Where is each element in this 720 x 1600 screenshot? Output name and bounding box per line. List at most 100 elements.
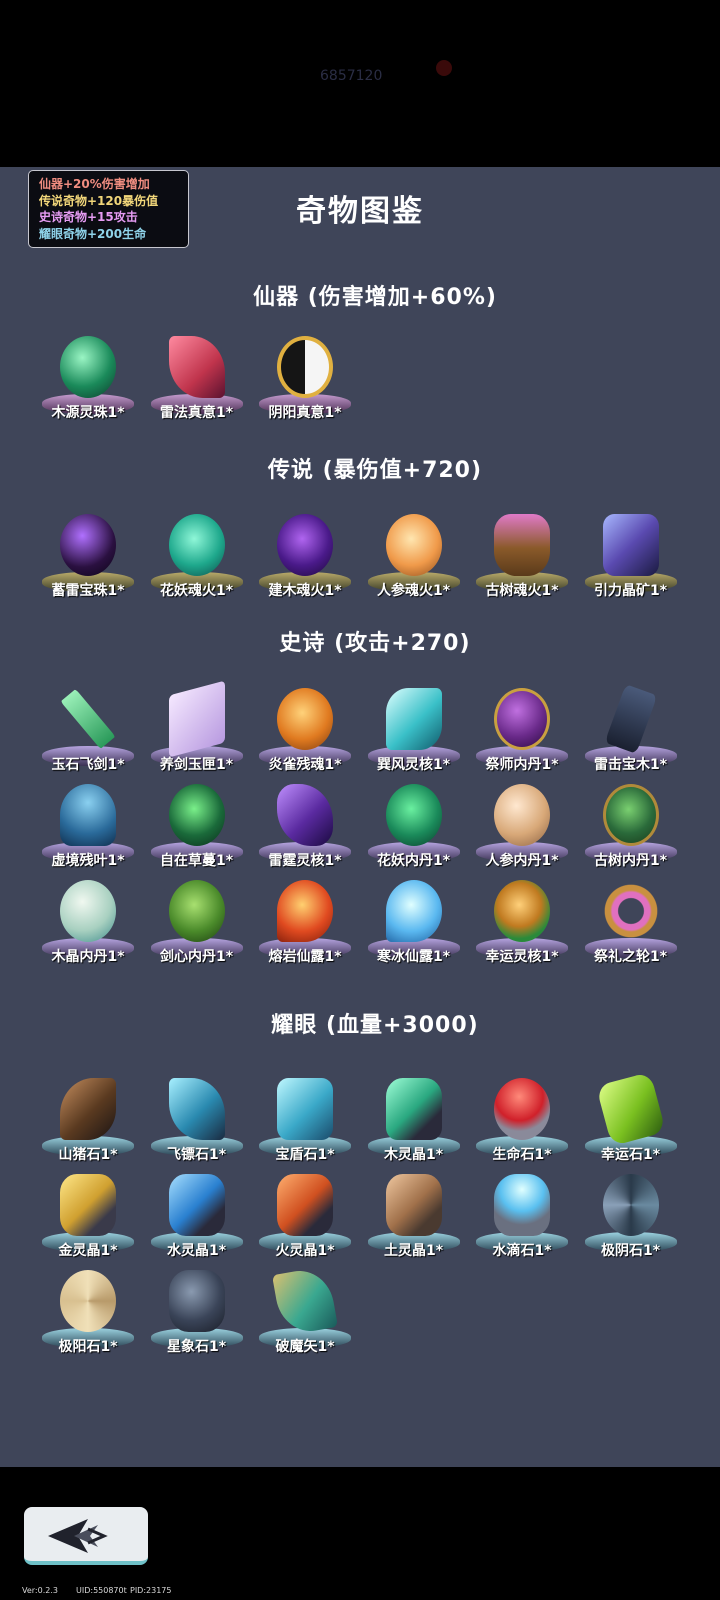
shield-stone-icon [277,1078,333,1140]
section-grid-dazzling: 山猪石1* 飞镖石1* 宝盾石1* 木灵晶1* 生命石1* 幸运石1* 金灵晶1… [38,1071,690,1360]
item-card[interactable]: 飞镖石1* [147,1072,256,1168]
item-card[interactable]: 木灵晶1* [364,1072,473,1168]
item-card[interactable]: 山猪石1* [38,1072,147,1168]
item-label: 建木魂火1* [268,583,342,599]
item-label: 养剑玉匣1* [159,757,234,773]
item-card[interactable]: 水灵晶1* [147,1168,256,1264]
item-label: 山猪石1* [58,1147,118,1163]
star-stone-icon [168,1270,225,1332]
item-card[interactable]: 宝盾石1* [255,1072,364,1168]
tree-core-icon [602,784,659,846]
item-card[interactable]: 自在草蔓1* [147,778,256,874]
item-card[interactable]: 雷击宝木1* [581,682,690,778]
item-card[interactable]: 木源灵珠1* [38,330,147,426]
item-label: 水灵晶1* [166,1243,227,1259]
section-title-immortal: 仙器 (伤害增加+60%) [253,285,497,310]
item-label: 破魔矢1* [275,1339,335,1355]
item-card[interactable]: 木晶内丹1* [38,874,147,970]
item-card[interactable]: 建木魂火1* [255,508,364,604]
item-card[interactable]: 巽风灵核1* [364,682,473,778]
section-grid-legend: 蓄雷宝珠1* 花妖魂火1* 建木魂火1* 人参魂火1* 古树魂火1* 引力晶矿1… [38,508,688,604]
version-text: Ver:0.2.3 [22,1586,58,1595]
item-card[interactable]: 剑心内丹1* [147,874,256,970]
item-card[interactable]: 雷霆灵核1* [255,778,364,874]
item-card[interactable]: 祭礼之轮1* [581,874,690,970]
item-card[interactable]: 虚境残叶1* [38,778,147,874]
lucky-core-icon [494,880,550,942]
item-label: 熔岩仙露1* [268,949,342,965]
section-title-dazzling: 耀眼 (血量+3000) [271,1013,479,1038]
item-card[interactable]: 幸运石1* [581,1071,690,1168]
item-label: 飞镖石1* [166,1147,227,1163]
item-label: 剑心内丹1* [159,949,234,965]
vine-icon [168,784,225,846]
item-label: 古树魂火1* [485,583,559,599]
wind-core-icon [385,688,442,750]
item-card[interactable]: 极阴石1* [581,1168,690,1264]
item-card[interactable]: 金灵晶1* [38,1168,147,1264]
item-card[interactable]: 花妖内丹1* [364,778,473,874]
item-card[interactable]: 蓄雷宝珠1* [38,508,147,604]
item-label: 引力晶矿1* [593,583,668,599]
item-card[interactable]: 古树魂火1* [472,508,581,604]
item-card[interactable]: 寒冰仙露1* [364,874,473,970]
item-card[interactable]: 花妖魂火1* [147,508,256,604]
item-card[interactable]: 引力晶矿1* [581,508,690,604]
item-label: 幸运灵核1* [485,949,559,965]
earth-crystal-icon [385,1174,442,1236]
orange-spirit-flame-icon [385,514,442,576]
item-label: 生命石1* [492,1147,552,1163]
item-card[interactable]: 玉石飞剑1* [38,682,147,778]
item-label: 阴阳真意1* [268,405,342,421]
void-leaf-icon [60,784,116,846]
item-label: 巽风灵核1* [376,757,451,773]
purple-spirit-flame-icon [277,514,333,576]
item-card[interactable]: 人参内丹1* [472,778,581,874]
item-card[interactable]: 火灵晶1* [255,1168,364,1264]
item-label: 土灵晶1* [383,1243,444,1259]
uid-text: UID:550870t [76,1586,127,1595]
bonus-line: 耀眼奇物+200生命 [39,226,147,241]
item-card[interactable]: 水滴石1* [472,1168,581,1264]
item-label: 火灵晶1* [275,1243,335,1259]
yin-yang-icon [277,336,333,398]
thunder-wood-icon [604,684,657,754]
item-card[interactable]: 阴阳真意1* [255,330,364,426]
green-spirit-flame-icon [168,514,225,576]
item-label: 蓄雷宝珠1* [51,583,125,599]
item-card[interactable]: 生命石1* [472,1072,581,1168]
item-card[interactable]: 极阳石1* [38,1264,147,1360]
item-card[interactable]: 雷法真意1* [147,330,256,426]
fire-crystal-icon [277,1174,333,1236]
item-card[interactable]: 破魔矢1* [255,1264,364,1360]
record-icon [436,60,452,76]
wood-crystal-core-icon [60,880,116,942]
lava-dew-icon [277,880,333,942]
item-label: 雷击宝木1* [593,757,668,773]
section-grid-epic: 玉石飞剑1* 养剑玉匣1* 炎雀残魂1* 巽风灵核1* 祭师内丹1* 雷击宝木1… [38,680,690,970]
item-card[interactable]: 古树内丹1* [581,778,690,874]
item-card[interactable]: 熔岩仙露1* [255,874,364,970]
item-card[interactable]: 幸运灵核1* [472,874,581,970]
thunder-seal-icon [168,336,225,398]
section-grid-immortal: 木源灵珠1* 雷法真意1* 阴阳真意1* [38,330,688,426]
item-card[interactable]: 星象石1* [147,1264,256,1360]
item-card[interactable]: 人参魂火1* [364,508,473,604]
section-title-epic: 史诗 (攻击+270) [279,631,471,656]
ginseng-core-icon [494,784,550,846]
back-button[interactable] [24,1507,148,1565]
item-card[interactable]: 土灵晶1* [364,1168,473,1264]
thunder-orb-icon [60,514,116,576]
life-stone-icon [494,1078,550,1140]
item-label: 极阴石1* [600,1243,661,1259]
item-label: 金灵晶1* [58,1243,118,1259]
bonus-line: 史诗奇物+15攻击 [39,210,138,224]
crystal-ore-icon [602,514,659,576]
wood-orb-icon [60,336,116,398]
item-card[interactable]: 祭师内丹1* [472,682,581,778]
boar-tusk-icon [60,1078,116,1140]
back-arrow-icon [48,1519,108,1553]
section-title-legend: 传说 (暴伤值+720) [267,458,483,483]
item-card[interactable]: 炎雀残魂1* [255,682,364,778]
item-card[interactable]: 养剑玉匣1* [147,680,256,778]
